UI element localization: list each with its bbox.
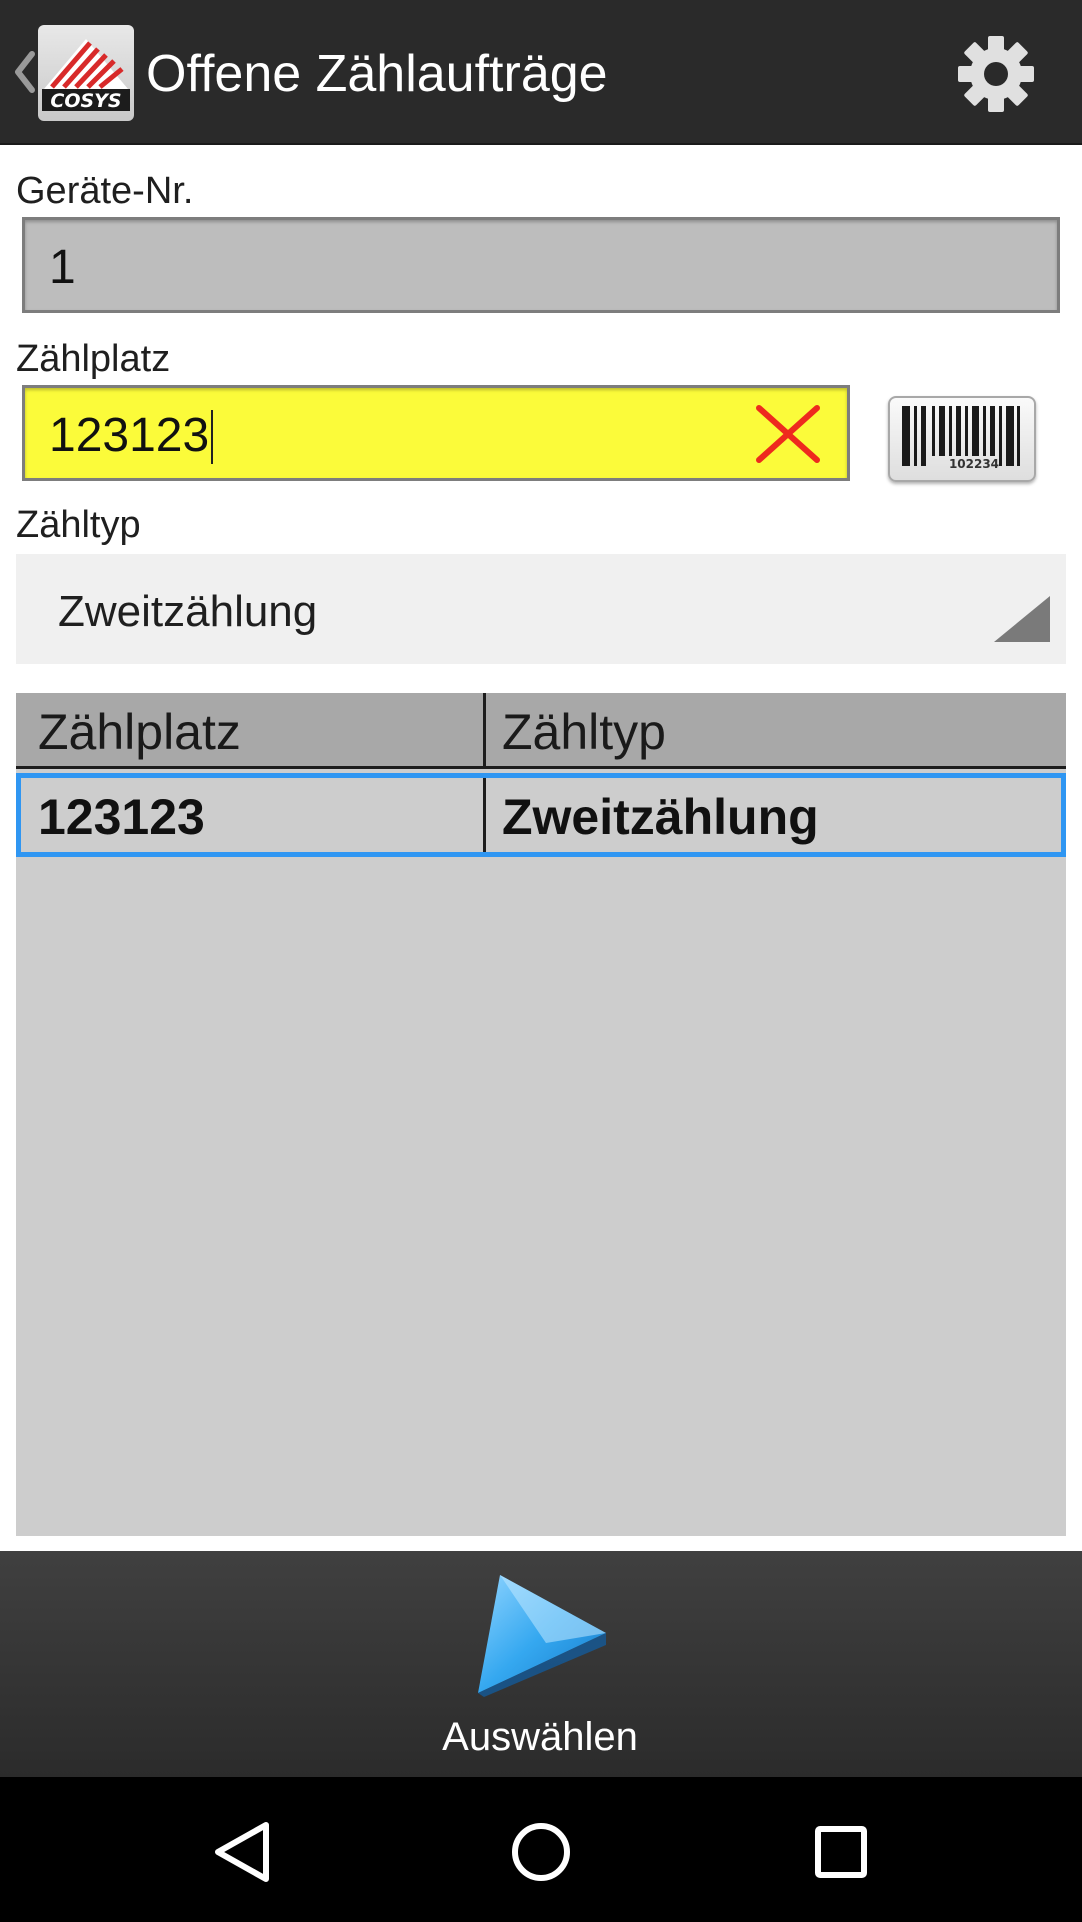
nav-back-icon[interactable] [196, 1807, 286, 1897]
spinner-arrow-icon [994, 596, 1050, 642]
text-cursor [211, 410, 213, 464]
auswaehlen-label: Auswählen [442, 1715, 638, 1759]
app-logo[interactable]: COSYS [38, 25, 134, 121]
zaehlplatz-value: 123123 [49, 409, 210, 462]
nav-recents-icon[interactable] [796, 1807, 886, 1897]
geraet-field[interactable]: 1 [22, 217, 1060, 313]
zaehlplatz-field[interactable]: 123123 [22, 385, 850, 481]
zaehlplatz-label: Zählplatz [16, 338, 171, 380]
geraet-label: Geräte-Nr. [16, 170, 194, 212]
zaehltyp-spinner[interactable]: Zweitzählung [16, 554, 1066, 664]
zaehltyp-label: Zähltyp [16, 504, 141, 546]
column-divider [483, 693, 486, 769]
cell-zaehlplatz: 123123 [38, 789, 205, 845]
clear-x-icon[interactable] [751, 402, 825, 466]
play-triangle-icon [478, 1575, 606, 1697]
page-title: Offene Zählaufträge [146, 45, 608, 103]
column-divider [483, 778, 486, 852]
barcode-scan-button[interactable]: 102234 [888, 396, 1036, 482]
barcode-icon: 102234 [902, 406, 1020, 471]
logo-text: COSYS [50, 90, 121, 112]
content-area: Geräte-Nr. 1 Zählplatz 123123 102234 Zäh… [0, 145, 1082, 1551]
cell-zaehltyp: Zweitzählung [502, 789, 819, 845]
table-row[interactable]: 123123 Zweitzählung [16, 773, 1066, 857]
system-nav-bar [0, 1777, 1082, 1922]
zaehlauftraege-table: Zählplatz Zähltyp 123123 Zweitzählung [16, 693, 1066, 1536]
cosys-logo-icon: COSYS [42, 39, 130, 112]
gear-icon[interactable] [954, 32, 1038, 116]
barcode-number: 102234 [949, 457, 999, 471]
table-header: Zählplatz Zähltyp [16, 693, 1066, 769]
column-header-zaehltyp[interactable]: Zähltyp [502, 703, 666, 761]
bottom-action-bar: Auswählen [0, 1551, 1082, 1777]
back-caret-icon[interactable] [12, 48, 38, 96]
action-bar: COSYS Offene Zählaufträge [0, 0, 1082, 145]
column-header-zaehlplatz[interactable]: Zählplatz [38, 703, 241, 761]
zaehltyp-selected: Zweitzählung [58, 587, 318, 636]
nav-home-icon[interactable] [496, 1807, 586, 1897]
auswaehlen-button[interactable]: Auswählen [420, 1565, 660, 1773]
geraet-value: 1 [49, 241, 76, 294]
